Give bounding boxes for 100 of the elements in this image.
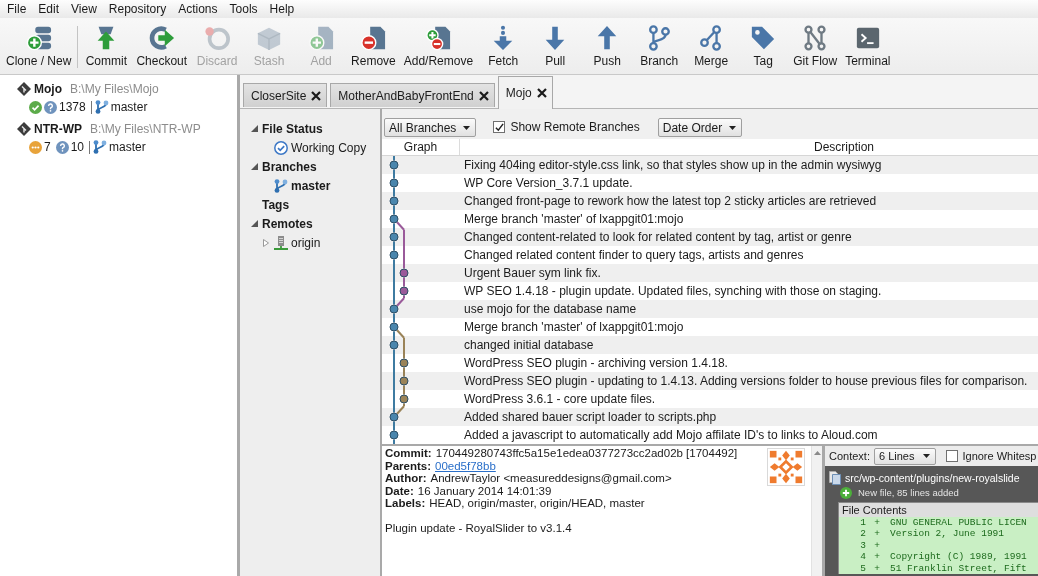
- tab[interactable]: CloserSite: [243, 83, 328, 107]
- sidebar-item[interactable]: Working Copy: [291, 140, 367, 155]
- branch-icon: [94, 100, 109, 114]
- sidebar-heading[interactable]: Tags: [262, 197, 290, 212]
- toolbar-button[interactable]: Tag: [737, 18, 790, 74]
- branch-name: master: [110, 100, 148, 114]
- collapsed-arrow-icon[interactable]: [263, 238, 269, 247]
- commit-message: Plugin update - RoyalSlider to v3.1.4: [385, 521, 573, 534]
- close-icon[interactable]: [478, 90, 489, 101]
- database-plus-icon: [25, 25, 52, 51]
- toolbar-button[interactable]: Checkout: [132, 18, 192, 74]
- parent-link[interactable]: 00ed5f78bb: [435, 459, 496, 472]
- commit-description: WP SEO 1.4.18 - plugin update. Updated files, synching with those on staging.: [463, 283, 882, 299]
- document-plus-icon: [308, 25, 335, 51]
- commit-description: WordPress SEO plugin - archiving version 1.4.18.: [463, 355, 728, 371]
- toolbar-button[interactable]: Clone / New: [2, 18, 76, 74]
- commit-description: WordPress SEO plugin - updating to 1.4.13. Adding versions folder to house previous files for comparison.: [463, 373, 1028, 389]
- commit-description: Merge branch 'master' of lxappgit01:mojo: [463, 319, 684, 335]
- field-label: Labels:: [385, 497, 426, 509]
- menu-item[interactable]: File: [1, 1, 33, 17]
- commit-description: Fixing 404ing editor-style.css link, so that styles show up in the admin wysiwyg: [463, 157, 882, 173]
- line-number: 4: [859, 551, 866, 563]
- branch-nodes-icon: [802, 25, 829, 51]
- contents-title: File Contents: [839, 503, 1038, 517]
- scroll-up-icon[interactable]: [813, 451, 821, 455]
- commit-row[interactable]: Changed front-page to rework how the latest top 2 sticky articles are retrieved: [382, 192, 1038, 210]
- menu-item[interactable]: View: [65, 1, 103, 17]
- repository-name[interactable]: Mojo: [34, 82, 62, 96]
- expanded-arrow-icon[interactable]: [250, 163, 258, 170]
- commit-row[interactable]: Added shared bauer script loader to scripts.php: [382, 408, 1038, 426]
- checkbox-label[interactable]: Show Remote Branches: [510, 120, 640, 134]
- expanded-arrow-icon[interactable]: [250, 125, 258, 132]
- field-value: HEAD, origin/master, origin/HEAD, master: [429, 497, 645, 509]
- toolbar-button[interactable]: Pull: [529, 18, 582, 74]
- commit-description: WP Core Version_3.7.1 update.: [463, 175, 633, 191]
- menu-item[interactable]: Tools: [223, 1, 264, 17]
- toolbar-button[interactable]: Commit: [80, 18, 133, 74]
- toolbar-button[interactable]: Git Flow: [789, 18, 842, 74]
- checkbox[interactable]: [946, 450, 959, 462]
- commit-row[interactable]: Fixing 404ing editor-style.css link, so that styles show up in the admin wysiwyg: [382, 156, 1038, 174]
- toolbar-button[interactable]: Add/Remove: [399, 18, 478, 74]
- close-icon[interactable]: [536, 88, 547, 98]
- tag-icon: [750, 25, 777, 51]
- commit-row[interactable]: Changed content-related to look for related content by tag, artist or genre: [382, 228, 1038, 246]
- file-path: src/wp-content/plugins/new-royalslide: [845, 471, 1020, 484]
- sidebar-item[interactable]: origin: [291, 235, 321, 250]
- repository-path: B:\My Files\Mojo: [70, 82, 159, 96]
- toolbar-button[interactable]: Push: [581, 18, 634, 74]
- toolbar-button[interactable]: Terminal: [841, 18, 895, 74]
- check-circle-icon: [274, 140, 288, 155]
- order-dropdown[interactable]: Date Order: [657, 118, 743, 137]
- checkmark-icon: [494, 122, 504, 132]
- sidebar-heading[interactable]: Branches: [262, 159, 317, 174]
- documents-icon: [829, 470, 841, 485]
- branch-name: master: [109, 140, 146, 154]
- diff-sign: +: [873, 528, 881, 540]
- commit-row[interactable]: changed initial database: [382, 336, 1038, 354]
- branch-icon: [93, 140, 108, 154]
- commit-description: Merge branch 'master' of lxappgit01:mojo: [463, 211, 684, 227]
- repository-name[interactable]: NTR-WP: [34, 122, 82, 136]
- ring-dot-icon: [204, 25, 231, 51]
- menu-item[interactable]: Repository: [102, 1, 173, 17]
- diff-text: Copyright (C) 1989, 1991: [889, 551, 1027, 563]
- server-icon: [274, 235, 288, 250]
- caret-icon: [729, 125, 737, 130]
- diamond-icon: [17, 82, 31, 96]
- diff-text: GNU GENERAL PUBLIC LICEN: [889, 517, 1027, 529]
- tab[interactable]: MotherAndBabyFrontEnd: [330, 83, 495, 107]
- file-summary: New file, 85 lines added: [858, 487, 959, 498]
- toolbar-button[interactable]: Fetch: [477, 18, 530, 74]
- ellipsis-circle-icon: [29, 140, 42, 154]
- line-number: 1: [859, 517, 866, 529]
- status-count: 7: [44, 140, 51, 154]
- line-number: 3: [859, 539, 866, 552]
- checkbox-label[interactable]: Ignore Whitesp: [962, 450, 1037, 462]
- commit-row[interactable]: Urgent Bauer sym link fix.: [382, 264, 1038, 282]
- toolbar-button[interactable]: Branch: [633, 18, 686, 74]
- commit-description: changed initial database: [463, 337, 594, 353]
- diff-sign: +: [873, 539, 881, 552]
- menu-item[interactable]: Edit: [32, 1, 66, 17]
- field-label: Date:: [385, 484, 414, 497]
- toolbar-button[interactable]: Remove: [347, 18, 400, 74]
- commit-row[interactable]: WordPress SEO plugin - updating to 1.4.13. Adding versions folder to house previous files for comparison.: [382, 372, 1038, 390]
- toolbar-button[interactable]: Merge: [685, 18, 738, 74]
- menu-item[interactable]: Help: [263, 1, 301, 17]
- expanded-arrow-icon[interactable]: [250, 220, 258, 227]
- sidebar-heading[interactable]: File Status: [262, 121, 323, 136]
- scrollbar[interactable]: [811, 446, 822, 576]
- commit-description: Added a javascript to automatically add Mojo affilate ID's to links to Aloud.com: [463, 427, 878, 443]
- commit-row[interactable]: use mojo for the database name: [382, 300, 1038, 318]
- branch-filter-dropdown[interactable]: All Branches: [384, 118, 477, 137]
- close-icon[interactable]: [311, 90, 322, 101]
- commit-description: WordPress 3.6.1 - core update files.: [463, 391, 656, 407]
- sidebar-item[interactable]: master: [291, 178, 331, 193]
- tab[interactable]: Mojo: [497, 76, 553, 109]
- context-dropdown[interactable]: 6 Lines: [873, 447, 937, 465]
- menu-item[interactable]: Actions: [172, 1, 224, 17]
- checkbox[interactable]: [493, 121, 506, 133]
- commit-description: Changed related content finder to query tags, artists and genres: [463, 247, 804, 263]
- sidebar-heading[interactable]: Remotes: [262, 216, 313, 231]
